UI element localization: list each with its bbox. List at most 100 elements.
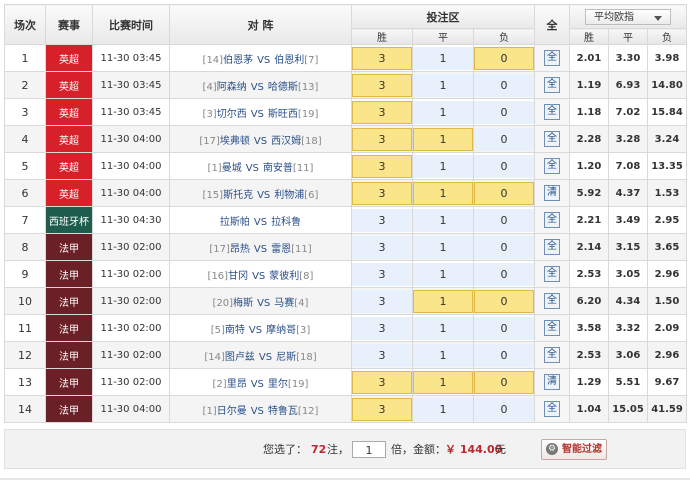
bet-loss-option[interactable]: 0 [474,316,534,340]
bet-win-option[interactable]: 3 [352,127,412,151]
select-all-button[interactable]: 全 [544,239,561,255]
select-all-button[interactable]: 全 [544,131,561,147]
select-all-button[interactable]: 清 [544,374,561,390]
bet-loss-option[interactable]: 0 [474,235,534,259]
home-team-link[interactable]: 梅斯 [233,298,253,309]
bet-draw-option[interactable]: 1 [413,181,473,205]
home-team-link[interactable]: 埃弗顿 [220,136,250,147]
select-all-button[interactable]: 全 [544,347,561,363]
home-team-link[interactable]: 阿森纳 [217,82,247,93]
bet-draw-option[interactable]: 1 [413,127,473,151]
league-badge[interactable]: 西班牙杯 [45,206,93,234]
bet-win-option[interactable]: 3 [352,73,412,97]
home-team-link[interactable]: 南特 [225,325,245,336]
bet-loss-option[interactable]: 0 [474,181,534,205]
league-badge[interactable]: 法甲 [45,287,93,315]
multiplier-input[interactable]: 1 [352,441,386,458]
away-team-link[interactable]: 西汉姆 [271,136,301,147]
select-all-button[interactable]: 全 [544,50,561,66]
league-badge[interactable]: 英超 [45,152,93,180]
away-team-link[interactable]: 利物浦 [274,190,304,201]
league-badge[interactable]: 法甲 [45,341,93,369]
bet-loss-option[interactable]: 0 [474,262,534,286]
bet-win-option[interactable]: 3 [352,235,412,259]
bet-loss-option[interactable]: 0 [474,208,534,232]
bet-win-option[interactable]: 3 [352,154,412,178]
bet-draw-option[interactable]: 1 [413,262,473,286]
bet-win-option[interactable]: 3 [352,343,412,367]
league-badge[interactable]: 英超 [45,179,93,207]
home-team-link[interactable]: 图卢兹 [225,352,255,363]
select-all-button[interactable]: 全 [544,158,561,174]
odds-type-dropdown[interactable]: 平均欧指 [585,8,672,25]
bet-loss-option[interactable]: 0 [474,397,534,421]
league-badge[interactable]: 英超 [45,44,93,72]
home-team-link[interactable]: 里昂 [227,379,247,390]
away-team-link[interactable]: 拉科鲁 [271,217,301,228]
home-team-link[interactable]: 切尔西 [217,109,247,120]
bet-draw-option[interactable]: 1 [413,235,473,259]
smart-filter-button[interactable]: ⚙ 智能过滤 [541,439,607,460]
home-team-link[interactable]: 斯托克 [223,190,253,201]
home-team-link[interactable]: 伯恩茅 [223,55,253,66]
bet-draw-option[interactable]: 1 [413,154,473,178]
bet-draw-option[interactable]: 1 [413,208,473,232]
away-team-link[interactable]: 特鲁瓦 [268,406,298,417]
league-badge[interactable]: 英超 [45,71,93,99]
bet-win-option[interactable]: 3 [352,370,412,394]
home-team-link[interactable]: 拉斯帕 [220,217,250,228]
select-all-button[interactable]: 全 [544,104,561,120]
league-badge[interactable]: 法甲 [45,395,93,423]
bet-draw-option[interactable]: 1 [413,73,473,97]
away-team-link[interactable]: 摩纳哥 [266,325,296,336]
bet-draw-option[interactable]: 1 [413,397,473,421]
bet-win-option[interactable]: 3 [352,208,412,232]
select-all-button[interactable]: 全 [544,266,561,282]
select-all-button[interactable]: 全 [544,401,561,417]
bet-win-option[interactable]: 3 [352,316,412,340]
bet-win-option[interactable]: 3 [352,46,412,70]
league-badge[interactable]: 法甲 [45,260,93,288]
bet-draw-option[interactable]: 1 [413,316,473,340]
bet-loss-option[interactable]: 0 [474,289,534,313]
away-team-link[interactable]: 斯旺西 [268,109,298,120]
away-team-link[interactable]: 南安普 [263,163,293,174]
league-badge[interactable]: 法甲 [45,368,93,396]
away-team-link[interactable]: 雷恩 [271,244,291,255]
bet-loss-option[interactable]: 0 [474,46,534,70]
bet-loss-option[interactable]: 0 [474,343,534,367]
bet-win-option[interactable]: 3 [352,181,412,205]
bet-loss-option[interactable]: 0 [474,154,534,178]
bet-loss-option[interactable]: 0 [474,127,534,151]
away-team-link[interactable]: 哈德斯 [268,82,298,93]
league-badge[interactable]: 英超 [45,98,93,126]
bet-draw-option[interactable]: 1 [413,370,473,394]
bet-draw-option[interactable]: 1 [413,289,473,313]
select-all-button[interactable]: 全 [544,320,561,336]
home-team-link[interactable]: 日尔曼 [217,406,247,417]
select-all-button[interactable]: 清 [544,185,561,201]
away-team-link[interactable]: 里尔 [268,379,288,390]
home-team-link[interactable]: 昂热 [230,244,250,255]
bet-draw-option[interactable]: 1 [413,100,473,124]
bet-loss-option[interactable]: 0 [474,370,534,394]
away-team-link[interactable]: 马赛 [274,298,294,309]
league-badge[interactable]: 法甲 [45,314,93,342]
select-all-button[interactable]: 全 [544,77,561,93]
bet-win-option[interactable]: 3 [352,100,412,124]
away-team-link[interactable]: 蒙彼利 [269,271,299,282]
bet-win-option[interactable]: 3 [352,289,412,313]
bet-loss-option[interactable]: 0 [474,73,534,97]
away-team-link[interactable]: 伯恩利 [274,55,304,66]
home-team-link[interactable]: 曼城 [222,163,242,174]
bet-loss-option[interactable]: 0 [474,100,534,124]
bet-draw-option[interactable]: 1 [413,343,473,367]
bet-win-option[interactable]: 3 [352,262,412,286]
home-team-link[interactable]: 甘冈 [228,271,248,282]
bet-win-option[interactable]: 3 [352,397,412,421]
bet-draw-option[interactable]: 1 [413,46,473,70]
away-team-link[interactable]: 尼斯 [276,352,296,363]
league-badge[interactable]: 法甲 [45,233,93,261]
league-badge[interactable]: 英超 [45,125,93,153]
select-all-button[interactable]: 全 [544,293,561,309]
